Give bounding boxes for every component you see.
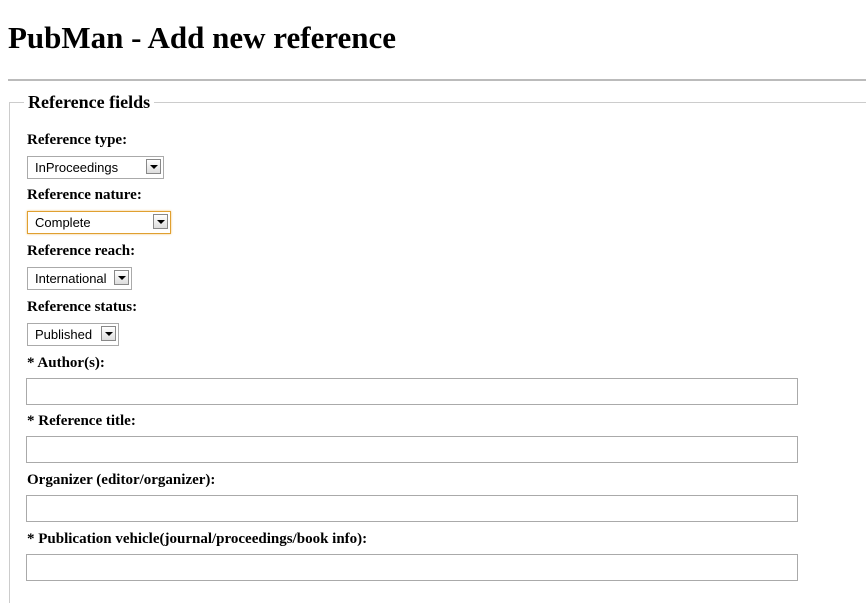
chevron-down-icon [114,270,129,285]
reference-reach-label: Reference reach: [27,243,136,259]
reference-nature-label: Reference nature: [27,187,142,203]
authors-input[interactable] [26,378,798,405]
reference-reach-select[interactable]: International [27,267,132,290]
reference-nature-select[interactable]: Complete [27,211,171,234]
chevron-down-icon [101,326,116,341]
reference-status-value: Published [35,327,93,342]
reference-title-input[interactable] [26,436,798,463]
reference-reach-value: International [35,271,107,286]
reference-type-select[interactable]: InProceedings [27,156,164,179]
reference-status-label: Reference status: [27,299,138,315]
reference-nature-value: Complete [35,215,91,230]
publication-vehicle-label: * Publication vehicle(journal/proceeding… [27,531,368,547]
divider [8,79,866,81]
chevron-down-icon [146,159,161,174]
reference-status-select[interactable]: Published [27,323,119,346]
reference-title-label: * Reference title: [27,413,136,429]
fieldset-legend: Reference fields [24,92,155,113]
publication-vehicle-input[interactable] [26,554,798,581]
organizer-label: Organizer (editor/organizer): [27,472,216,488]
chevron-down-icon [153,214,168,229]
reference-type-label: Reference type: [27,132,128,148]
reference-type-value: InProceedings [35,160,119,175]
organizer-input[interactable] [26,495,798,522]
authors-label: * Author(s): [27,355,105,371]
page-title: PubMan - Add new reference [8,20,397,55]
